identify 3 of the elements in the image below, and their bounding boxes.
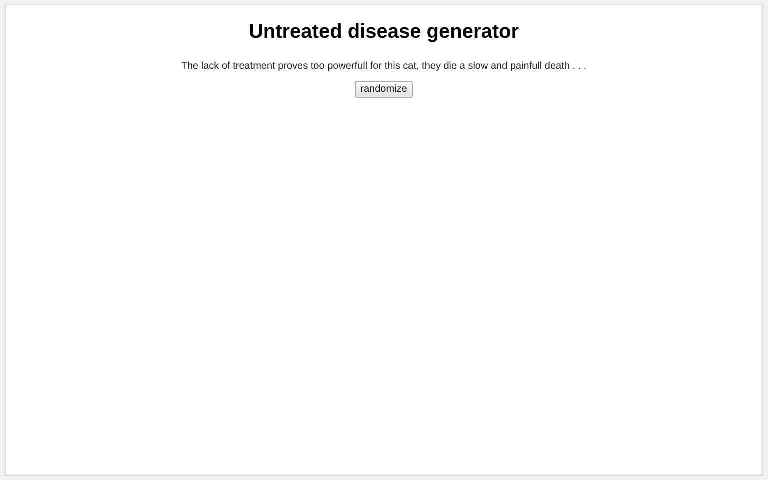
randomize-button[interactable]: randomize	[354, 81, 414, 98]
page-title: Untreated disease generator	[248, 21, 520, 44]
result-text: The lack of treatment proves too powerfull for this cat, they die a slow and painfull death . . .	[181, 61, 587, 72]
